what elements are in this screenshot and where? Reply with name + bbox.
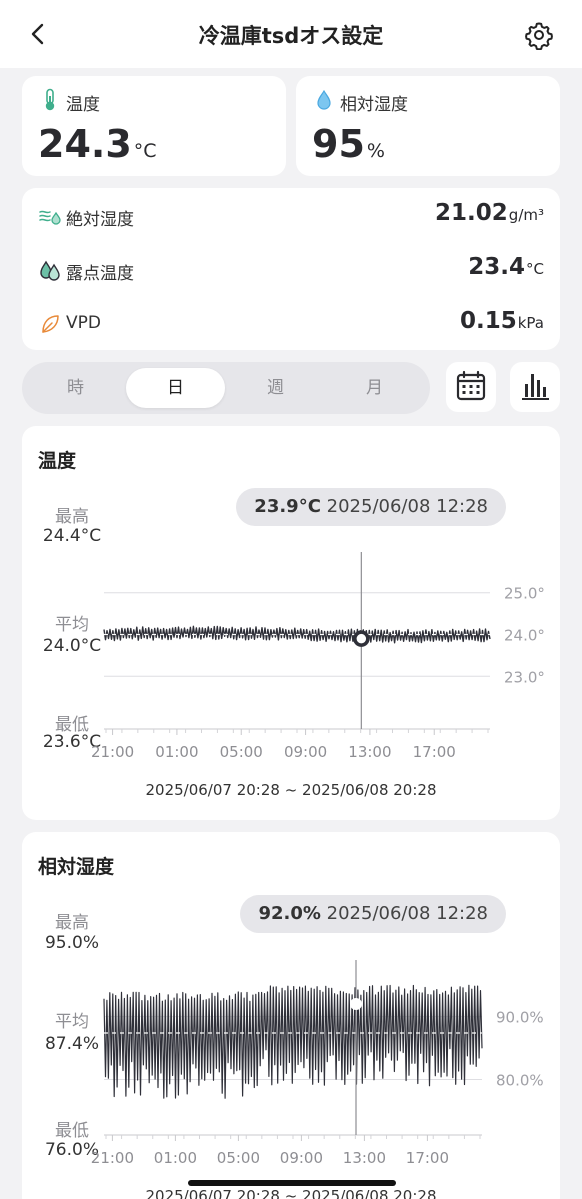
- temperature-value: 24.3 °C: [38, 122, 157, 166]
- temperature-number: 24.3: [38, 122, 132, 166]
- absolute-humidity-number: 21.02: [435, 200, 508, 226]
- thermometer-icon: [45, 88, 55, 111]
- absolute-humidity-label: 絶対湿度: [66, 210, 134, 230]
- gear-icon: [525, 22, 553, 51]
- temp-x-tick: 13:00: [348, 743, 391, 761]
- vpd-label: VPD: [66, 313, 101, 333]
- temperature-card: 温度 24.3 °C: [22, 76, 286, 176]
- absolute-humidity-row: 絶対湿度 21.02g/m³: [22, 196, 560, 236]
- dew-point-value: 23.4°C: [468, 254, 544, 280]
- temp-y-tick: 25.0°: [504, 585, 545, 603]
- dew-point-number: 23.4: [468, 254, 526, 280]
- dew-point-unit: °C: [526, 260, 544, 278]
- temp-y-tick: 24.0°: [504, 627, 545, 645]
- humidity-unit: %: [366, 140, 385, 162]
- calendar-icon: [456, 370, 486, 401]
- vpd-row: VPD 0.15kPa: [22, 304, 560, 344]
- hum-y-tick: 90.0%: [496, 1009, 544, 1027]
- hum-series-line: [103, 984, 483, 1099]
- temp-highlight-point[interactable]: [353, 630, 370, 647]
- hum-x-tick: 17:00: [406, 1149, 449, 1167]
- temp-x-tick: 09:00: [284, 743, 327, 761]
- tab-day[interactable]: 日: [126, 368, 225, 408]
- humidity-card: 相対湿度 95%: [296, 76, 560, 176]
- humidity-value: 95%: [312, 122, 385, 166]
- hum-x-tick: 09:00: [280, 1149, 323, 1167]
- temp-x-tick: 17:00: [413, 743, 456, 761]
- temp-x-tick: 01:00: [155, 743, 198, 761]
- humidity-range: 2025/06/07 20:28 ~ 2025/06/08 20:28: [145, 1187, 437, 1199]
- water-drop-icon: [317, 89, 331, 110]
- humidity-chart-card: 相対湿度 92.0% 2025/06/08 12:28 最高 95.0% 平均 …: [22, 832, 560, 1199]
- hum-x-tick: 01:00: [154, 1149, 197, 1167]
- temperature-unit: °C: [133, 140, 157, 162]
- temperature-chart[interactable]: 25.0° 24.0° 23.0° 21:00 01:00 05:00 09:00 13:00…: [22, 426, 560, 766]
- hum-x-tick: 05:00: [217, 1149, 260, 1167]
- humidity-chart[interactable]: 90.0% 80.0% 21:00 01:00 05:00 09:00 13:00 17:00: [22, 832, 560, 1172]
- vpd-value: 0.15kPa: [460, 308, 544, 334]
- hum-x-tick: 21:00: [91, 1149, 134, 1167]
- tab-week[interactable]: 週: [226, 368, 325, 408]
- dew-point-label: 露点温度: [66, 264, 134, 284]
- hum-highlight-point[interactable]: [350, 998, 362, 1011]
- settings-button[interactable]: [524, 20, 554, 51]
- temperature-chart-card: 温度 23.9°C 2025/06/08 12:28 最高 24.4°C 平均 …: [22, 426, 560, 820]
- wind-drops-icon: [39, 210, 61, 225]
- vpd-number: 0.15: [460, 308, 517, 334]
- tab-hour[interactable]: 時: [26, 368, 125, 408]
- leaf-icon: [42, 315, 59, 333]
- tab-month[interactable]: 月: [325, 368, 424, 408]
- dew-point-row: 露点温度 23.4°C: [22, 250, 560, 290]
- metrics-card: 絶対湿度 21.02g/m³ 露点温度 23.4°C VPD 0.15kPa: [22, 188, 560, 350]
- humidity-number: 95: [312, 122, 365, 166]
- temp-y-tick: 23.0°: [504, 668, 545, 686]
- hum-y-tick: 80.0%: [496, 1072, 544, 1090]
- hum-x-tick: 13:00: [343, 1149, 386, 1167]
- dew-point-icon: [40, 260, 60, 281]
- temp-x-tick: 05:00: [220, 743, 263, 761]
- home-indicator: [188, 1180, 396, 1186]
- absolute-humidity-unit: g/m³: [508, 206, 544, 224]
- period-tabs: 時 日 週 月: [22, 362, 430, 414]
- calendar-button[interactable]: [446, 362, 496, 412]
- page-title: 冷温庫tsdオス設定: [198, 24, 384, 48]
- chart-type-button[interactable]: [510, 362, 560, 412]
- humidity-label: 相対湿度: [340, 95, 408, 115]
- bar-chart-icon: [522, 374, 549, 400]
- temperature-label: 温度: [66, 95, 100, 115]
- temperature-range: 2025/06/07 20:28 ~ 2025/06/08 20:28: [145, 781, 437, 799]
- top-bar: 冷温庫tsdオス設定: [0, 0, 582, 68]
- absolute-humidity-value: 21.02g/m³: [435, 200, 544, 226]
- vpd-unit: kPa: [517, 314, 544, 332]
- temp-x-tick: 21:00: [91, 743, 134, 761]
